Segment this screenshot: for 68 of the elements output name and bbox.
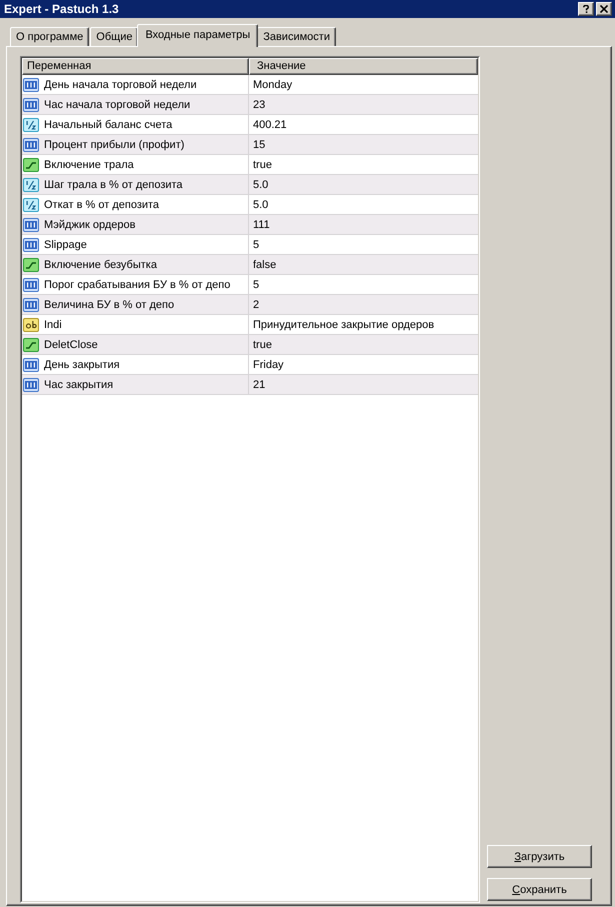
variable-name: Включение трала [44,158,134,170]
value-cell[interactable]: Принудительное закрытие ордеров [249,315,478,334]
close-button[interactable] [596,2,612,16]
text-icon [23,316,39,332]
boolean-icon [23,336,39,352]
variable-name: Indi [44,318,62,330]
value-cell[interactable]: 5 [249,275,478,294]
table-row[interactable]: Час закрытия 21 [22,375,478,395]
variable-name: День закрытия [44,358,120,370]
variable-name: Величина БУ в % от депо [44,298,174,310]
value-cell[interactable]: false [249,255,478,274]
decimal-icon [23,176,39,192]
table-row[interactable]: Slippage 5 [22,235,478,255]
variable-name: Мэйджик ордеров [44,218,136,230]
table-row[interactable]: Откат в % от депозита 5.0 [22,195,478,215]
table-row[interactable]: Величина БУ в % от депо 2 [22,295,478,315]
value-cell[interactable]: 111 [249,215,478,234]
window-title: Expert - Pastuch 1.3 [4,2,120,16]
value-cell[interactable]: true [249,335,478,354]
table-row[interactable]: Мэйджик ордеров 111 [22,215,478,235]
variable-name: День начала торговой недели [44,78,197,90]
table-row[interactable]: День начала торговой недели Monday [22,75,478,95]
variable-name: Откат в % от депозита [44,198,160,210]
variable-name: Час закрытия [44,378,114,390]
load-button[interactable]: Загрузить [487,845,592,868]
variable-name: Час начала торговой недели [44,98,190,110]
value-cell[interactable]: Friday [249,355,478,374]
value-cell[interactable]: 21 [249,375,478,394]
table-row[interactable]: DeletClose true [22,335,478,355]
value-cell[interactable]: 5.0 [249,175,478,194]
value-cell[interactable]: 2 [249,295,478,314]
variable-name: Включение безубытка [44,258,157,270]
variable-name: Шаг трала в % от депозита [44,178,183,190]
decimal-icon [23,116,39,132]
column-header[interactable]: Значение [249,58,478,75]
save-button[interactable]: Сохранить [487,878,592,901]
table-row[interactable]: Час начала торговой недели 23 [22,95,478,115]
variable-name: DeletClose [44,338,98,350]
tab[interactable]: Входные параметры [137,24,258,47]
value-cell[interactable]: 400.21 [249,115,478,134]
value-cell[interactable]: Monday [249,75,478,94]
value-cell[interactable]: true [249,155,478,174]
table-row[interactable]: Порог срабатывания БУ в % от депо 5 [22,275,478,295]
value-cell[interactable]: 5 [249,235,478,254]
tab[interactable]: О программе [10,27,90,46]
tab[interactable]: Общие [90,27,138,46]
table-row[interactable]: Начальный баланс счета 400.21 [22,115,478,135]
value-cell[interactable]: 15 [249,135,478,154]
column-header[interactable]: Переменная [22,58,249,75]
table-row[interactable]: Шаг трала в % от депозита 5.0 [22,175,478,195]
close-icon [600,5,608,13]
table-row[interactable]: Включение безубытка false [22,255,478,275]
variable-name: Порог срабатывания БУ в % от депо [44,278,230,290]
help-button[interactable] [578,2,594,16]
decimal-icon [23,196,39,212]
boolean-icon [23,156,39,172]
variable-name: Slippage [44,238,87,250]
table-row[interactable]: Indi Принудительное закрытие ордеров [22,315,478,335]
value-cell[interactable]: 23 [249,95,478,114]
help-icon [582,5,590,13]
variable-name: Начальный баланс счета [44,118,172,130]
variable-name: Процент прибыли (профит) [44,138,184,150]
table-row[interactable]: Процент прибыли (профит) 15 [22,135,478,155]
table-row[interactable]: Включение трала true [22,155,478,175]
tab[interactable]: Зависимости [257,27,336,46]
boolean-icon [23,256,39,272]
table-row[interactable]: День закрытия Friday [22,355,478,375]
value-cell[interactable]: 5.0 [249,195,478,214]
